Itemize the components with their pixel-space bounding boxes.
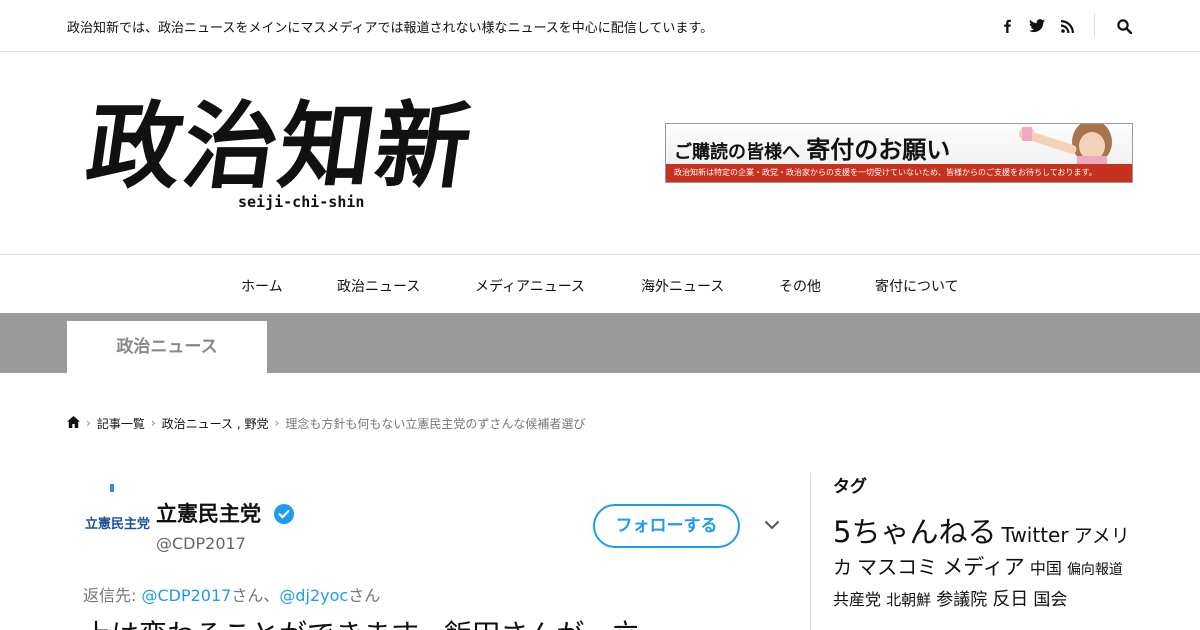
logo-title: 政治知新: [80, 92, 480, 202]
verified-badge-icon: [274, 504, 294, 524]
tag-link[interactable]: 5ちゃんねる: [833, 515, 996, 549]
rss-icon[interactable]: [1055, 14, 1079, 38]
site-logo[interactable]: 政治知新 seiji-chi-shin: [80, 87, 513, 217]
account-name[interactable]: 立憲民主党: [156, 498, 261, 528]
tag-link[interactable]: 参議院: [936, 590, 987, 610]
banner-headline: ご購読の皆様へ 寄付のお願い: [674, 130, 950, 165]
banner-footer: 政治知新は特定の企業・政党・政治家からの支援を一切受けていないため、皆様からのご…: [666, 164, 1132, 182]
nav-item-home[interactable]: ホーム: [241, 276, 283, 296]
site-header: 政治知新 seiji-chi-shin ご購読の皆様へ 寄付のお願い 政治知新は…: [0, 52, 1200, 255]
tag-link[interactable]: マスコミ: [857, 555, 937, 579]
nav-item-politics[interactable]: 政治ニュース: [337, 276, 420, 296]
reply-suffix-1: さん、: [231, 586, 280, 605]
search-icon[interactable]: [1112, 14, 1136, 38]
nav-item-other[interactable]: その他: [779, 276, 821, 296]
breadcrumb: › 記事一覧 › 政治ニュース , 野党 › 理念も方針も何もない立憲民主党のず…: [67, 414, 585, 432]
tag-link[interactable]: 中国: [1030, 559, 1062, 578]
donation-banner[interactable]: ご購読の皆様へ 寄付のお願い 政治知新は特定の企業・政党・政治家からの支援を一切…: [665, 123, 1133, 183]
home-icon[interactable]: [67, 415, 80, 431]
reply-mention-cdp[interactable]: @CDP2017: [141, 586, 231, 605]
top-bar: 政治知新では、政治ニュースをメインにマスメディアでは報道されない様なニュースを中…: [0, 0, 1200, 52]
banner-headline-big: 寄付のお願い: [806, 135, 951, 164]
tag-link[interactable]: Twitter: [1002, 523, 1069, 547]
account-handle[interactable]: @CDP2017: [156, 534, 246, 553]
breadcrumb-politics[interactable]: 政治ニュース: [162, 417, 233, 431]
nav-item-donation[interactable]: 寄付について: [875, 276, 959, 296]
site-tagline: 政治知新では、政治ニュースをメインにマスメディアでは報道されない様なニュースを中…: [67, 21, 714, 36]
banner-illustration: [1019, 124, 1112, 166]
tweet-text: 上は変わることができます。飯田さんが、立: [83, 613, 640, 630]
tag-heading: タグ: [833, 477, 867, 497]
chevron-right-icon: ›: [150, 416, 156, 430]
cdp-logo-mark: [110, 484, 114, 492]
reply-to-line: 返信先: @CDP2017さん、@dj2yocさん: [83, 582, 380, 606]
chevron-down-icon[interactable]: [764, 517, 780, 533]
cdp-logo: 立憲民主党: [85, 517, 151, 532]
tag-link[interactable]: メディア: [942, 555, 1025, 579]
chevron-right-icon: ›: [274, 416, 280, 430]
sidebar-divider: [810, 473, 811, 630]
global-nav: ホーム 政治ニュース メディアニュース 海外ニュース その他 寄付について: [0, 255, 1200, 313]
reply-mention-dj2yoc[interactable]: @dj2yoc: [279, 586, 348, 605]
facebook-icon[interactable]: [995, 14, 1019, 38]
twitter-icon[interactable]: [1025, 14, 1049, 38]
breadcrumb-categories: 政治ニュース , 野党: [162, 415, 269, 432]
category-tab[interactable]: 政治ニュース: [67, 321, 267, 373]
nav-item-media[interactable]: メディアニュース: [475, 276, 585, 296]
category-bar: 政治ニュース: [0, 313, 1200, 373]
banner-headline-small: ご購読の皆様へ: [674, 142, 800, 163]
tag-cloud: 5ちゃんねる Twitter アメリカ マスコミ メディア 中国 偏向報道 共産…: [833, 517, 1133, 615]
follow-button[interactable]: フォローする: [593, 504, 740, 548]
tag-link[interactable]: 共産党: [833, 590, 881, 609]
breadcrumb-opposition[interactable]: 野党: [245, 417, 269, 431]
tag-link[interactable]: 北朝鮮: [886, 591, 931, 609]
tag-link[interactable]: 偏向報道: [1067, 562, 1123, 578]
reply-suffix-2: さん: [348, 586, 381, 605]
tag-link[interactable]: 反日: [992, 589, 1028, 610]
sidebar: タグ 5ちゃんねる Twitter アメリカ マスコミ メディア 中国 偏向報道…: [833, 472, 1133, 630]
breadcrumb-current: 理念も方針も何もない立憲民主党のずさんな候補者選び: [285, 416, 586, 431]
embedded-tweet: 立憲民主党 立憲民主党 @CDP2017 フォローする 返信先: @CDP201…: [67, 473, 787, 630]
tag-link[interactable]: 国会: [1033, 590, 1067, 610]
breadcrumb-separator: ,: [236, 416, 241, 431]
logo-subtitle: seiji-chi-shin: [238, 193, 365, 211]
chevron-right-icon: ›: [86, 416, 91, 430]
topbar-divider: [1094, 13, 1095, 37]
nav-item-overseas[interactable]: 海外ニュース: [641, 276, 724, 296]
breadcrumb-articles[interactable]: 記事一覧: [97, 415, 145, 432]
reply-prefix: 返信先:: [83, 586, 142, 605]
